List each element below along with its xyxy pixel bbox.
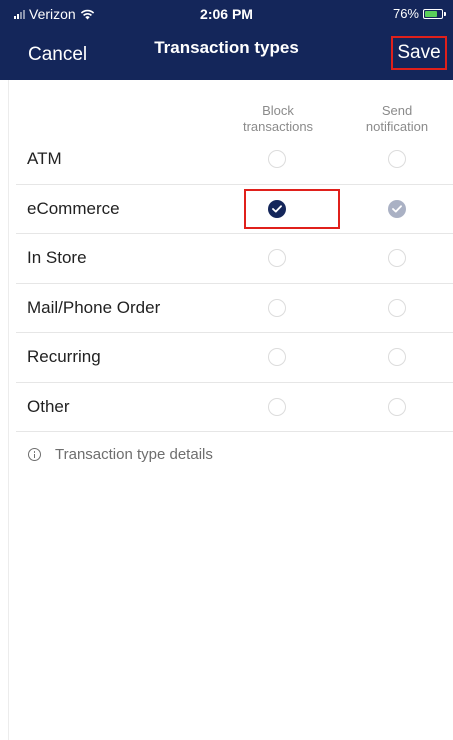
- column-header-notify: Send notification: [342, 103, 452, 135]
- nav-bar: Cancel Transaction types Save: [0, 28, 453, 80]
- status-right: 76%: [392, 6, 446, 21]
- column-header-block-label: Block transactions: [242, 103, 314, 134]
- column-header-notify-label: Send notification: [365, 103, 429, 134]
- screen: Verizon 2:06 PM 76% Cancel Transaction t…: [0, 0, 453, 740]
- block-transactions-radio[interactable]: [268, 249, 286, 268]
- send-notification-radio[interactable]: [388, 249, 406, 268]
- transaction-type-label: Other: [27, 396, 70, 416]
- transaction-type-row: In Store: [16, 234, 453, 284]
- send-notification-radio[interactable]: [388, 150, 406, 169]
- transaction-type-row: Mail/Phone Order: [16, 284, 453, 333]
- transaction-type-details-link[interactable]: Transaction type details: [28, 446, 213, 463]
- transaction-type-row: ATM: [16, 135, 453, 185]
- save-button[interactable]: Save: [391, 36, 447, 70]
- block-transactions-radio[interactable]: [268, 298, 286, 317]
- info-icon: [28, 448, 41, 461]
- send-notification-radio[interactable]: [388, 397, 406, 416]
- details-label: Transaction type details: [55, 446, 213, 463]
- send-notification-radio[interactable]: [388, 199, 406, 218]
- block-transactions-radio[interactable]: [268, 150, 286, 169]
- column-header-block: Block transactions: [223, 103, 333, 135]
- transaction-type-row: Other: [16, 383, 453, 432]
- transaction-type-row: eCommerce: [16, 185, 453, 234]
- battery-percent: 76%: [392, 6, 419, 21]
- transaction-type-row: Recurring: [16, 333, 453, 383]
- transaction-type-label: ATM: [27, 149, 62, 169]
- header: Verizon 2:06 PM 76% Cancel Transaction t…: [0, 0, 453, 80]
- transaction-type-label: In Store: [27, 248, 87, 268]
- battery-icon: [423, 8, 446, 19]
- transaction-type-label: eCommerce: [27, 198, 120, 218]
- status-bar: Verizon 2:06 PM 76%: [0, 0, 453, 28]
- page-title: Transaction types: [154, 38, 299, 57]
- send-notification-radio[interactable]: [388, 298, 406, 317]
- transaction-type-label: Recurring: [27, 347, 101, 367]
- highlight-box: [244, 188, 340, 229]
- block-transactions-radio[interactable]: [268, 199, 286, 218]
- block-transactions-radio[interactable]: [268, 348, 286, 367]
- status-time: 2:06 PM: [200, 6, 253, 22]
- block-transactions-radio[interactable]: [268, 397, 286, 416]
- transaction-type-list: ATM eCommerce In Store Mail/Phone Order Recu…: [0, 135, 453, 432]
- transaction-type-label: Mail/Phone Order: [27, 297, 161, 317]
- send-notification-radio[interactable]: [388, 348, 406, 367]
